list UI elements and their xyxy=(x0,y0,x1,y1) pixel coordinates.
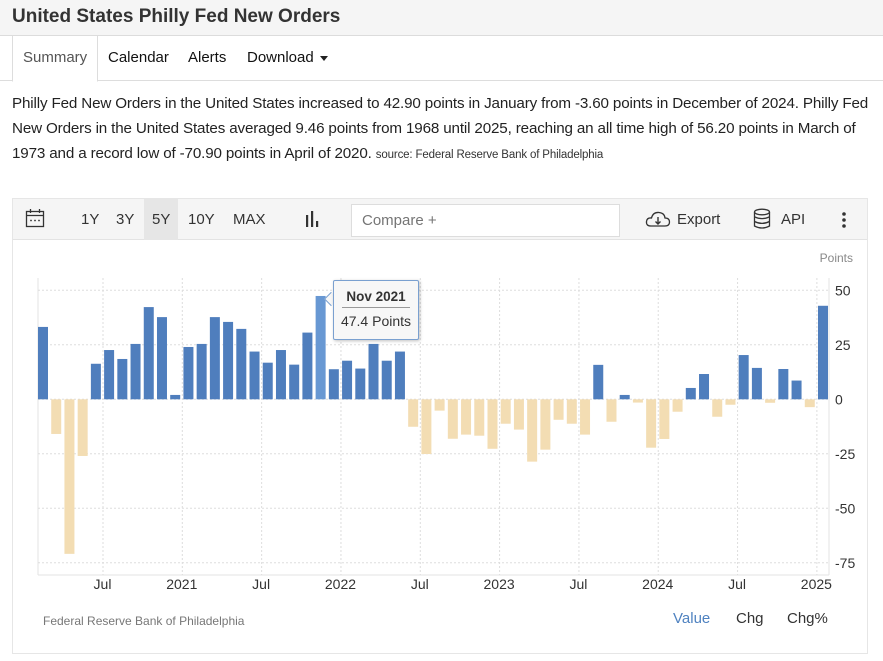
bar xyxy=(130,343,141,400)
bar xyxy=(209,317,220,400)
y-tick-label: -75 xyxy=(835,555,855,571)
bar xyxy=(500,399,511,424)
bar xyxy=(699,374,710,400)
bar xyxy=(566,399,577,424)
bar xyxy=(170,394,181,400)
mode-chg-button[interactable]: Chg xyxy=(736,610,764,627)
bar xyxy=(738,355,749,400)
bar xyxy=(434,399,445,411)
bar xyxy=(461,399,472,435)
bar xyxy=(513,399,524,430)
bar xyxy=(381,360,392,400)
tooltip-date: Nov 2021 xyxy=(342,289,410,308)
bar xyxy=(527,399,538,462)
bar xyxy=(646,399,657,448)
bar xyxy=(342,360,353,400)
mode-value-button[interactable]: Value xyxy=(673,610,710,627)
x-tick-label: 2024 xyxy=(642,576,673,592)
bar xyxy=(156,317,167,400)
bar xyxy=(606,399,617,422)
x-tick-label: 2023 xyxy=(484,576,515,592)
mode-chg-percent-button[interactable]: Chg% xyxy=(787,610,828,627)
bar xyxy=(262,362,273,400)
bar xyxy=(51,399,62,434)
y-tick-label: 25 xyxy=(835,337,851,353)
x-tick-label: 2022 xyxy=(325,576,356,592)
y-tick-label: 50 xyxy=(835,282,851,298)
x-tick-label: Jul xyxy=(411,576,429,592)
y-tick-label: -25 xyxy=(835,446,855,462)
bar xyxy=(223,321,234,400)
bar xyxy=(659,399,670,439)
x-tick-label: Jul xyxy=(569,576,587,592)
bar xyxy=(751,367,762,400)
bar xyxy=(302,332,313,400)
bar xyxy=(90,363,101,400)
bar xyxy=(685,387,696,400)
bar xyxy=(328,369,339,400)
bar xyxy=(117,358,128,400)
bar xyxy=(765,399,776,403)
bar xyxy=(183,346,194,400)
bar xyxy=(355,368,366,400)
bar xyxy=(236,328,247,400)
bar xyxy=(553,399,564,420)
y-axis-unit-label: Points xyxy=(820,251,853,265)
chart-tooltip: Nov 2021 47.4 Points xyxy=(333,280,419,340)
bar xyxy=(818,305,828,400)
bar xyxy=(38,326,48,400)
bar xyxy=(368,343,379,400)
bar-chart: 50 25 0 -25 -50 -75 Points Jul 2021 Jul 2022 Jul 202… xyxy=(37,251,855,592)
x-tick-label: Jul xyxy=(94,576,112,592)
bar xyxy=(619,394,630,400)
y-tick-label: -50 xyxy=(835,500,855,516)
bar xyxy=(143,307,154,400)
bar xyxy=(725,399,736,405)
bar xyxy=(275,350,286,400)
bar xyxy=(315,295,326,400)
bar xyxy=(447,399,458,439)
bar xyxy=(249,351,260,400)
bar xyxy=(791,380,802,400)
x-tick-label: Jul xyxy=(728,576,746,592)
bar xyxy=(580,399,591,435)
bar xyxy=(672,399,683,412)
x-tick-label: 2025 xyxy=(801,576,832,592)
x-tick-label: Jul xyxy=(252,576,270,592)
bar xyxy=(64,399,75,554)
bar xyxy=(289,364,300,400)
chart-source: Federal Reserve Bank of Philadelphia xyxy=(43,614,245,628)
bar xyxy=(804,399,815,408)
bar xyxy=(632,399,643,403)
x-tick-label: 2021 xyxy=(166,576,197,592)
bar xyxy=(487,399,498,449)
bar xyxy=(712,399,723,417)
bar xyxy=(394,351,405,400)
bar xyxy=(421,399,432,455)
bar xyxy=(408,399,419,427)
tooltip-value: 47.4 Points xyxy=(340,313,412,329)
bar xyxy=(196,343,207,400)
bar xyxy=(474,399,485,436)
bar xyxy=(593,364,604,400)
bar xyxy=(104,350,115,400)
bar xyxy=(540,399,551,450)
bar xyxy=(778,368,789,400)
y-tick-label: 0 xyxy=(835,391,843,407)
bar xyxy=(77,399,88,456)
